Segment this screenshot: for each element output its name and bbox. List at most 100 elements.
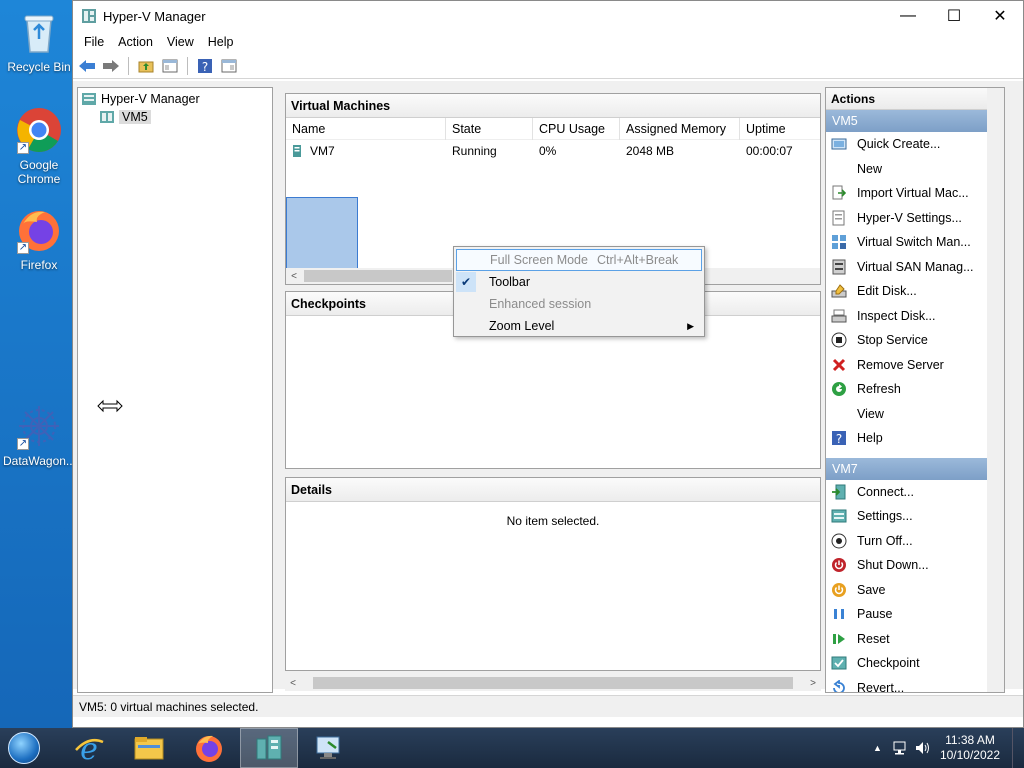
action-group-label: VM7 xyxy=(832,461,858,476)
details-empty-text: No item selected. xyxy=(506,514,600,528)
drag-selection-rectangle xyxy=(286,197,358,269)
back-icon[interactable] xyxy=(77,56,97,76)
up-folder-icon[interactable] xyxy=(136,56,156,76)
inspect-disk-icon xyxy=(831,308,847,324)
vm-settings-icon xyxy=(831,508,847,524)
maximize-button[interactable]: ☐ xyxy=(931,1,977,31)
firefox-icon: ↗ xyxy=(15,206,63,254)
forward-icon[interactable] xyxy=(101,56,121,76)
column-header-uptime[interactable]: Uptime xyxy=(740,118,820,140)
tree-item-hyperv-manager[interactable]: Hyper-V Manager xyxy=(78,90,272,108)
show-hide-tree-icon[interactable] xyxy=(160,56,180,76)
desktop-icon-datawagon[interactable]: ↗ DataWagon... xyxy=(3,402,76,468)
scroll-thumb[interactable] xyxy=(313,677,793,689)
minimize-button[interactable]: — xyxy=(885,1,931,31)
column-header-state[interactable]: State xyxy=(446,117,533,140)
action-group-vm7[interactable]: VM7▲ xyxy=(826,457,1004,480)
action-edit-disk[interactable]: Edit Disk... xyxy=(826,279,1004,304)
taskbar-vm-connect[interactable] xyxy=(300,728,358,768)
network-icon[interactable] xyxy=(892,740,910,756)
menu-action[interactable]: Action xyxy=(111,33,160,51)
action-turn-off[interactable]: Turn Off... xyxy=(826,529,1004,554)
console-tree: Hyper-V Manager VM5 xyxy=(77,87,273,693)
action-help[interactable]: ? Help xyxy=(826,426,1004,451)
clock[interactable]: 11:38 AM 10/10/2022 xyxy=(940,733,1000,763)
hyperv-manager-icon xyxy=(256,735,282,760)
desktop-icon-label: Firefox xyxy=(20,258,58,272)
action-label: Refresh xyxy=(857,382,901,397)
action-label: Help xyxy=(857,431,883,446)
actions-vertical-scrollbar[interactable] xyxy=(987,88,1004,692)
import-icon xyxy=(831,185,847,201)
start-button[interactable] xyxy=(0,728,48,768)
action-remove-server[interactable]: Remove Server xyxy=(826,353,1004,378)
svg-text:?: ? xyxy=(202,60,208,74)
menu-item-toolbar[interactable]: ✔ Toolbar xyxy=(454,271,704,293)
action-inspect-disk[interactable]: Inspect Disk... xyxy=(826,304,1004,329)
action-reset[interactable]: Reset xyxy=(826,627,1004,652)
action-connect[interactable]: Connect... xyxy=(826,480,1004,505)
switch-icon xyxy=(831,234,847,250)
help-icon[interactable]: ? xyxy=(195,56,215,76)
vm-state: Running xyxy=(452,144,497,158)
taskbar-hyperv-manager[interactable] xyxy=(240,728,298,768)
table-row[interactable]: VM7 Running 0% 2048 MB 00:00:07 xyxy=(286,140,820,162)
tree-item-vm5[interactable]: VM5 xyxy=(78,108,272,126)
help-icon: ? xyxy=(831,430,847,446)
action-virtual-san-manag[interactable]: Virtual SAN Manag... xyxy=(826,255,1004,280)
console-tree-icon[interactable] xyxy=(219,56,239,76)
hyperv-manager-window: Hyper-V Manager — ☐ ✕ File Action View H… xyxy=(72,0,1024,728)
action-label: Edit Disk... xyxy=(857,284,917,299)
firefox-icon xyxy=(196,735,222,762)
toolbar: ? xyxy=(73,53,1023,79)
action-refresh[interactable]: Refresh xyxy=(826,377,1004,402)
clock-date: 10/10/2022 xyxy=(939,748,1000,762)
actions-title: Actions xyxy=(826,88,1004,110)
desktop-icon-firefox[interactable]: ↗ Firefox xyxy=(3,206,75,272)
ie-icon: e xyxy=(75,732,104,764)
center-horizontal-scrollbar[interactable]: < > xyxy=(285,675,821,691)
action-checkpoint[interactable]: Checkpoint xyxy=(826,651,1004,676)
title-bar[interactable]: Hyper-V Manager — ☐ ✕ xyxy=(73,1,1023,31)
action-shut-down[interactable]: Shut Down... xyxy=(826,553,1004,578)
action-pause[interactable]: Pause xyxy=(826,602,1004,627)
menu-help[interactable]: Help xyxy=(201,33,241,51)
scroll-right-icon[interactable]: > xyxy=(805,678,821,689)
column-header-cpu[interactable]: CPU Usage xyxy=(533,117,620,140)
scroll-thumb[interactable] xyxy=(304,270,452,282)
column-header-memory[interactable]: Assigned Memory xyxy=(620,117,740,140)
taskbar-firefox[interactable] xyxy=(180,728,238,768)
menu-file[interactable]: File xyxy=(77,33,111,51)
action-save[interactable]: Save xyxy=(826,578,1004,603)
show-hidden-icon[interactable]: ▲ xyxy=(873,743,882,753)
action-virtual-switch-man[interactable]: Virtual Switch Man... xyxy=(826,230,1004,255)
scroll-left-icon[interactable]: < xyxy=(286,271,302,282)
action-hyper-v-settings[interactable]: Hyper-V Settings... xyxy=(826,206,1004,231)
action-import-virtual-mac[interactable]: Import Virtual Mac... xyxy=(826,181,1004,206)
menu-item-full-screen-mode[interactable]: Full Screen Mode Ctrl+Alt+Break xyxy=(456,249,702,271)
column-header-name[interactable]: Name xyxy=(286,117,446,140)
taskbar-ie[interactable]: e xyxy=(60,728,118,768)
desktop-icon-chrome[interactable]: ↗ Google Chrome xyxy=(3,106,75,186)
action-label: Virtual SAN Manag... xyxy=(857,259,974,274)
action-group-vm5[interactable]: VM5▲ xyxy=(826,110,1004,132)
action-view[interactable]: View▶ xyxy=(826,402,1004,427)
action-stop-service[interactable]: Stop Service xyxy=(826,328,1004,353)
resize-cursor-icon xyxy=(97,399,123,416)
toolbar-separator xyxy=(187,56,188,75)
desktop-icon-recycle-bin[interactable]: Recycle Bin xyxy=(3,8,75,74)
svg-text:?: ? xyxy=(836,432,842,446)
menu-item-zoom-level[interactable]: Zoom Level ▶ xyxy=(454,315,704,337)
volume-icon[interactable] xyxy=(914,740,932,756)
show-desktop-button[interactable] xyxy=(1012,728,1024,768)
menu-item-enhanced-session[interactable]: Enhanced session xyxy=(454,293,704,315)
action-new[interactable]: New▶ xyxy=(826,157,1004,182)
taskbar: e ▲ 11:38 AM 10/10/2022 xyxy=(0,728,1024,768)
action-quick-create[interactable]: Quick Create... xyxy=(826,132,1004,157)
menu-view[interactable]: View xyxy=(160,33,201,51)
close-button[interactable]: ✕ xyxy=(977,1,1023,31)
scroll-left-icon[interactable]: < xyxy=(285,678,301,689)
taskbar-file-explorer[interactable] xyxy=(120,728,178,768)
action-revert[interactable]: Revert... xyxy=(826,676,1004,692)
action-settings[interactable]: Settings... xyxy=(826,504,1004,529)
